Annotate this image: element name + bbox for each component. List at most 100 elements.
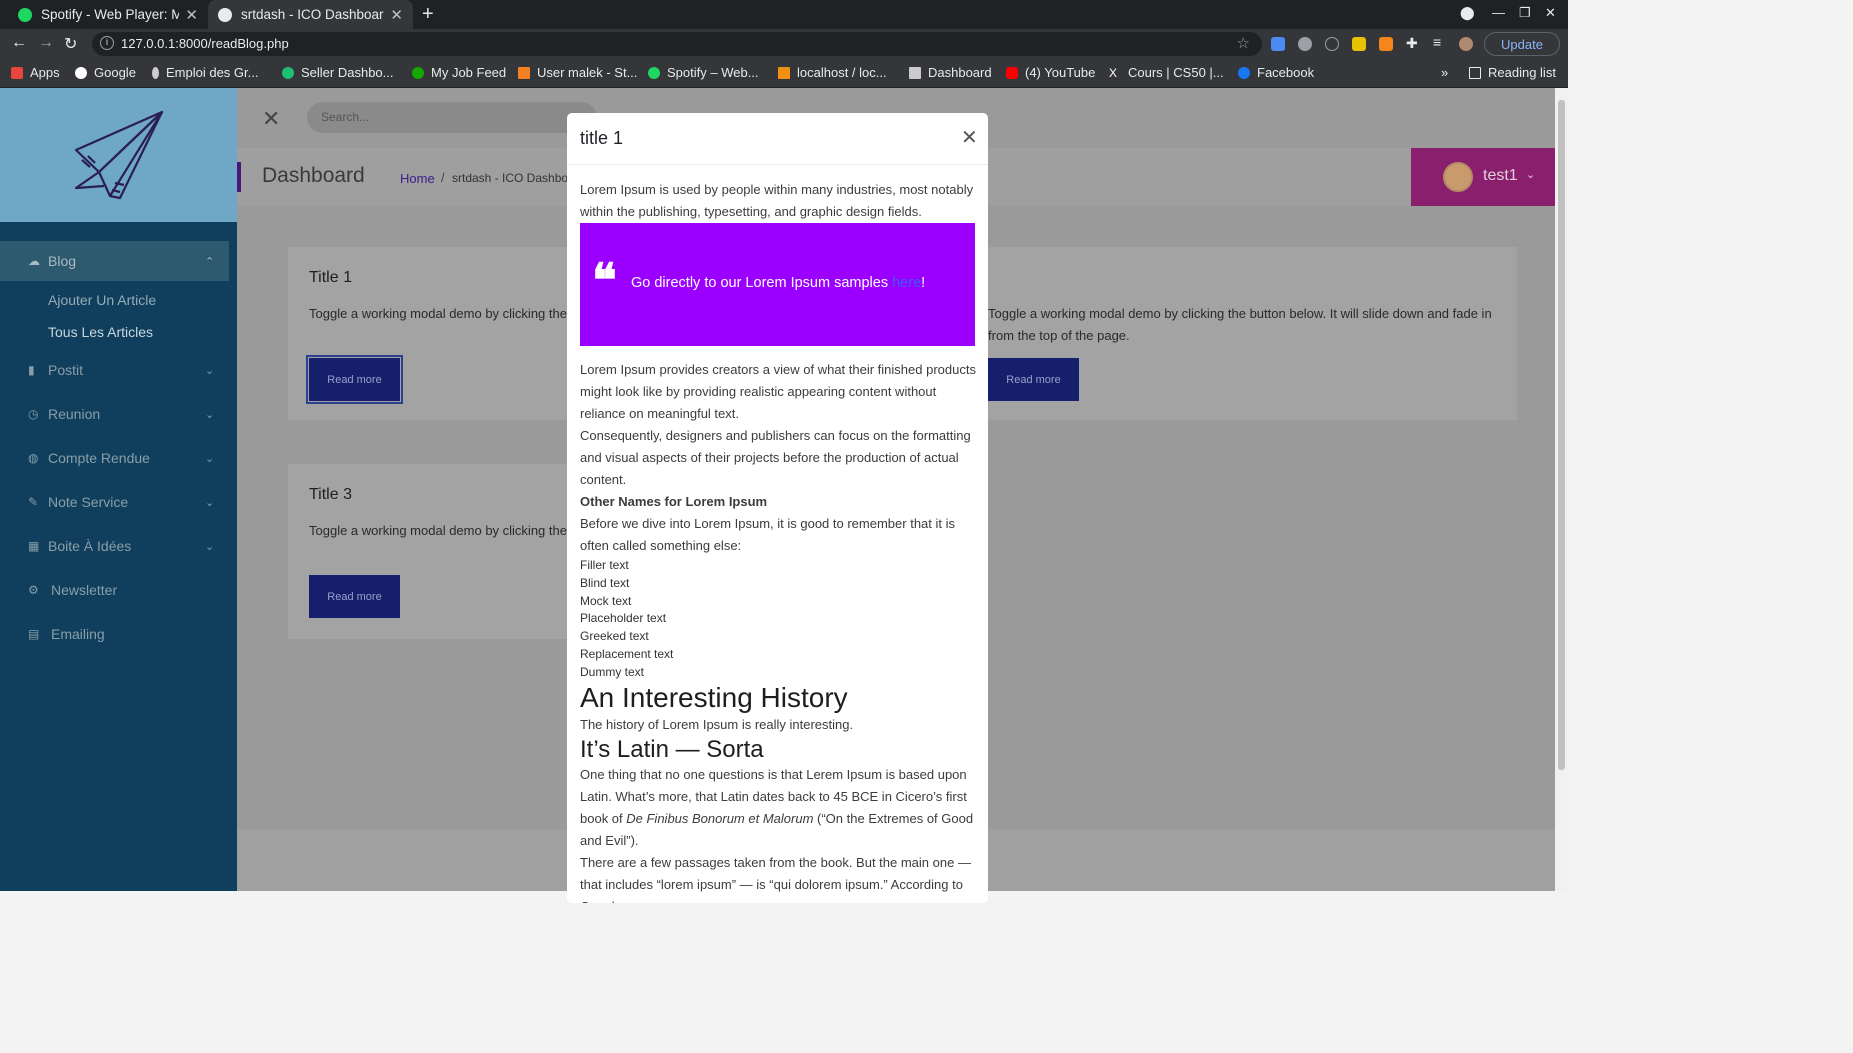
quote-link[interactable]: here: [892, 275, 921, 291]
paragraph: Before we dive into Lorem Ipsum, it is g…: [580, 516, 956, 553]
avatar[interactable]: [1459, 37, 1473, 51]
subheading: Other Names for Lorem Ipsum: [580, 494, 768, 509]
bookmark-youtube[interactable]: (4) YouTube: [1006, 65, 1095, 80]
gear-icon: ⚙: [28, 583, 39, 597]
forward-icon[interactable]: →: [38, 34, 54, 52]
x-icon: X: [1109, 65, 1118, 80]
url-text: 127.0.0.1:8000/readBlog.php: [121, 36, 289, 51]
close-window-button[interactable]: ✕: [1545, 5, 1556, 21]
chevron-down-icon: ⌄: [205, 540, 215, 553]
chevron-up-icon: ⌃: [205, 255, 215, 268]
sidebar-item-note-service[interactable]: ✎ Note Service ⌄: [0, 482, 237, 522]
close-icon[interactable]: ✕: [262, 106, 280, 132]
chevron-down-icon: ⌄: [205, 496, 215, 509]
upwork-icon: [412, 66, 424, 79]
heading-history: An Interesting History: [580, 681, 848, 713]
bookmark-icon: ▮: [28, 363, 35, 377]
media-icon[interactable]: ≡: [1433, 34, 1447, 50]
bookmark-localhost[interactable]: localhost / loc...: [778, 65, 887, 80]
star-icon[interactable]: ☆: [1237, 34, 1250, 52]
breadcrumb-home[interactable]: Home: [400, 171, 435, 186]
sidebar-subitem-tous[interactable]: Tous Les Articles: [48, 324, 153, 340]
dictionary-icon[interactable]: [1352, 37, 1366, 51]
extension-icon[interactable]: [1325, 37, 1339, 51]
bookmark-cs50[interactable]: X Cours | CS50 |...: [1109, 65, 1224, 80]
back-icon[interactable]: ←: [11, 34, 27, 52]
minimize-button[interactable]: —: [1492, 5, 1505, 20]
dashboard-icon: [909, 66, 921, 79]
address-bar[interactable]: i 127.0.0.1:8000/readBlog.php ☆: [92, 32, 1262, 56]
read-more-button[interactable]: Read more: [306, 355, 403, 404]
spotify-icon: [18, 7, 32, 22]
tab-spotify[interactable]: Spotify - Web Player: Musi ✕: [8, 0, 208, 29]
bookmark-dashboard[interactable]: Dashboard: [909, 65, 992, 80]
info-icon[interactable]: i: [100, 36, 114, 50]
logo: [0, 88, 237, 222]
close-icon[interactable]: ✕: [185, 6, 198, 24]
sidebar-item-emailing[interactable]: ▤ Emailing: [0, 614, 237, 654]
chevron-down-icon: ⌄: [205, 452, 215, 465]
list-icon: ▤: [28, 627, 40, 641]
update-button[interactable]: Update: [1484, 32, 1560, 56]
bookmark-jobfeed[interactable]: My Job Feed: [412, 65, 506, 80]
metamask-icon[interactable]: [1379, 37, 1393, 51]
close-icon[interactable]: ✕: [390, 6, 403, 24]
bookmark-spotify[interactable]: Spotify – Web...: [648, 65, 759, 80]
fiverr-icon: [282, 66, 294, 79]
list-item: Placeholder text: [580, 611, 667, 626]
scrollbar-thumb[interactable]: [1558, 100, 1565, 770]
profile-menu-icon[interactable]: ⬤: [1460, 5, 1475, 21]
card-title: Title 3: [309, 486, 352, 503]
browser-toolbar: ← → ↻ i 127.0.0.1:8000/readBlog.php ☆ ✚ …: [0, 29, 1568, 59]
bookmark-emploi[interactable]: Emploi des Gr...: [152, 65, 258, 80]
stackoverflow-icon: [518, 66, 530, 79]
user-name: test1: [1483, 167, 1518, 184]
paragraph: Consequently, designers and publishers c…: [580, 428, 971, 487]
sidebar-item-reunion[interactable]: ◷ Reunion ⌄: [0, 394, 237, 434]
bookmark-google[interactable]: Google: [75, 65, 136, 80]
search-input[interactable]: Search...: [307, 102, 597, 133]
scrollbar[interactable]: [1555, 88, 1568, 891]
sidebar-item-postit[interactable]: ▮ Postit ⌄: [0, 350, 237, 390]
sidebar-item-compte-rendue[interactable]: ◍ Compte Rendue ⌄: [0, 438, 237, 478]
list-item: Filler text: [580, 558, 629, 572]
bookmark-stackoverflow[interactable]: User malek - St...: [518, 65, 637, 80]
list-item: Blind text: [580, 575, 630, 590]
bookmark-facebook[interactable]: Facebook: [1238, 65, 1314, 80]
read-more-button[interactable]: Read more: [988, 358, 1079, 401]
more-bookmarks-icon[interactable]: »: [1441, 65, 1448, 80]
sidebar-item-newsletter[interactable]: ⚙ Newsletter: [0, 570, 237, 610]
paragraph: Lorem Ipsum provides creators a view of …: [580, 362, 976, 421]
blockquote: ❝ Go directly to our Lorem Ipsum samples…: [580, 223, 975, 346]
chevron-down-icon: ⌄: [205, 408, 215, 421]
grid-icon: ▦: [28, 539, 40, 553]
tab-dashboard[interactable]: srtdash - ICO Dashboard ✕: [208, 0, 413, 29]
names-list: Filler text Blind text Mock text Placeho…: [580, 557, 976, 682]
paragraph: There are a few passages taken from the …: [580, 854, 971, 903]
bookmark-seller[interactable]: Seller Dashbo...: [282, 65, 394, 80]
avatar: [1443, 162, 1473, 192]
paragraph: The history of Lorem Ipsum is really int…: [580, 716, 854, 732]
facebook-icon: [1238, 66, 1250, 79]
card-text: Toggle a working modal demo by clicking …: [988, 306, 1492, 343]
extension-icon[interactable]: [1298, 37, 1312, 51]
close-icon[interactable]: ✕: [961, 125, 978, 150]
maximize-button[interactable]: ❐: [1519, 5, 1531, 21]
read-more-button[interactable]: Read more: [309, 575, 400, 618]
globe-icon: [218, 7, 232, 22]
reload-icon[interactable]: ↻: [64, 34, 77, 54]
puzzle-icon[interactable]: ✚: [1406, 35, 1420, 51]
bookmark-apps[interactable]: Apps: [11, 65, 60, 80]
sidebar-item-blog[interactable]: ☁ Blog ⌃: [0, 241, 229, 281]
sidebar-subitem-ajouter[interactable]: Ajouter Un Article: [48, 292, 156, 308]
heading-latin: It’s Latin — Sorta: [580, 735, 764, 763]
translate-icon[interactable]: [1271, 37, 1285, 51]
user-menu[interactable]: test1 ⌄: [1411, 148, 1556, 206]
pen-icon: ✎: [28, 495, 39, 509]
reading-list[interactable]: Reading list: [1469, 65, 1556, 80]
new-tab-button[interactable]: +: [422, 3, 434, 26]
accent-bar: [237, 162, 241, 192]
google-icon: [75, 66, 87, 79]
sidebar-item-boite-a-idees[interactable]: ▦ Boite À Idées ⌄: [0, 526, 237, 566]
paper-plane-icon: [74, 110, 164, 200]
